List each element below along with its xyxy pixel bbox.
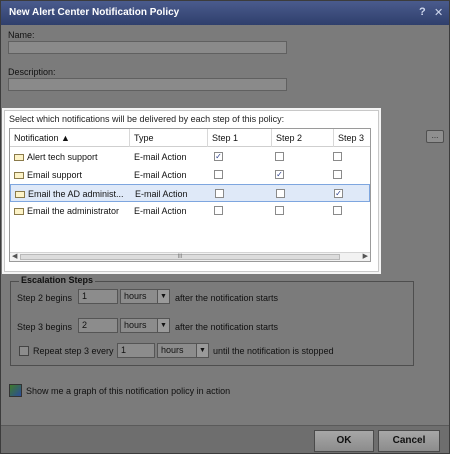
chevron-down-icon: ▼ [157,319,169,332]
cancel-button[interactable]: Cancel [378,430,440,452]
notifications-caption: Select which notifications will be deliv… [9,114,285,124]
graph-icon [9,384,22,397]
envelope-icon [15,191,25,198]
step3-value-input[interactable]: 2 [78,318,118,333]
notification-type-cell: E-mail Action [134,206,187,216]
step1-checkbox[interactable] [215,189,224,198]
step2-unit-value: hours [124,291,147,301]
step2-checkbox[interactable] [275,206,284,215]
column-header-step2[interactable]: Step 2 [272,129,334,147]
repeat-label: Repeat step 3 every [33,346,114,356]
ok-button[interactable]: OK [314,430,374,452]
step2-checkbox[interactable] [276,189,285,198]
step3-checkbox[interactable] [333,152,342,161]
step1-checkbox[interactable] [214,170,223,179]
step2-suffix: after the notification starts [175,293,279,303]
step1-checkbox[interactable] [214,206,223,215]
horizontal-scrollbar[interactable]: ◀ III ▶ [10,252,370,261]
help-icon[interactable]: ? [419,6,426,18]
description-field[interactable] [8,78,287,91]
notifications-panel: Select which notifications will be deliv… [4,110,379,272]
repeat-unit-value: hours [161,345,184,355]
chevron-down-icon: ▼ [196,344,208,357]
repeat-step3-checkbox[interactable] [19,346,29,356]
step2-label: Step 2 begins [17,293,73,303]
notification-name: Email the AD administ... [28,189,124,199]
step2-checkbox[interactable]: ✓ [275,170,284,179]
repeat-value-input[interactable]: 1 [117,343,155,358]
escalation-legend: Escalation Steps [19,275,96,285]
notification-type-cell: E-mail Action [134,170,187,180]
notification-name: Alert tech support [27,152,98,162]
step3-label: Step 3 begins [17,322,73,332]
dialog-footer: OK Cancel [1,425,449,453]
table-row[interactable]: Email the administrator E-mail Action [10,202,370,220]
repeat-suffix: until the notification is stopped [213,346,334,356]
chevron-down-icon: ▼ [157,290,169,303]
notification-policy-dialog: New Alert Center Notification Policy ? ✕… [0,0,450,454]
name-field[interactable] [8,41,287,54]
step3-unit-select[interactable]: hours ▼ [120,318,170,333]
step2-unit-select[interactable]: hours ▼ [120,289,170,304]
step1-checkbox[interactable]: ✓ [214,152,223,161]
column-header-step3[interactable]: Step 3 [334,129,370,147]
escalation-steps-group: Escalation Steps Step 2 begins 1 hours ▼… [10,275,414,366]
notifications-grid: Notification ▲ Type Step 1 Step 2 Step 3… [9,128,371,262]
name-label: Name: [8,30,35,40]
envelope-icon [14,172,24,179]
envelope-icon [14,208,24,215]
scroll-thumb[interactable]: III [20,254,340,260]
column-header-step1[interactable]: Step 1 [208,129,272,147]
step3-unit-value: hours [124,320,147,330]
envelope-icon [14,154,24,161]
notification-type-cell: E-mail Action [134,152,187,162]
notification-type-cell: E-mail Action [135,189,188,199]
repeat-unit-select[interactable]: hours ▼ [157,343,209,358]
table-row[interactable]: Email support E-mail Action ✓ [10,166,370,184]
ellipsis-button[interactable]: ... [426,130,444,143]
scroll-left-icon[interactable]: ◀ [12,252,17,260]
column-header-type[interactable]: Type [130,129,208,147]
scroll-right-icon[interactable]: ▶ [363,252,368,260]
notification-name-cell: Email the administrator [10,202,130,220]
step3-checkbox[interactable] [333,206,342,215]
table-row[interactable]: Email the AD administ... E-mail Action ✓ [10,184,370,202]
column-header-notification[interactable]: Notification ▲ [10,129,130,147]
step3-suffix: after the notification starts [175,322,279,332]
title-bar[interactable]: New Alert Center Notification Policy ? ✕ [1,1,449,25]
notification-name-cell: Email support [10,166,130,184]
notification-name-cell: Email the AD administ... [11,185,131,203]
notification-name-cell: Alert tech support [10,148,130,166]
table-row[interactable]: Alert tech support E-mail Action ✓ [10,148,370,166]
grid-header: Notification ▲ Type Step 1 Step 2 Step 3 [10,129,370,147]
step3-checkbox[interactable] [333,170,342,179]
step2-checkbox[interactable] [275,152,284,161]
graph-option-label[interactable]: Show me a graph of this notification pol… [26,386,230,396]
description-label: Description: [8,67,56,77]
dialog-title: New Alert Center Notification Policy [9,7,180,18]
close-icon[interactable]: ✕ [434,6,443,19]
notification-name: Email the administrator [27,206,120,216]
notification-name: Email support [27,170,83,180]
step3-checkbox[interactable]: ✓ [334,189,343,198]
step2-value-input[interactable]: 1 [78,289,118,304]
